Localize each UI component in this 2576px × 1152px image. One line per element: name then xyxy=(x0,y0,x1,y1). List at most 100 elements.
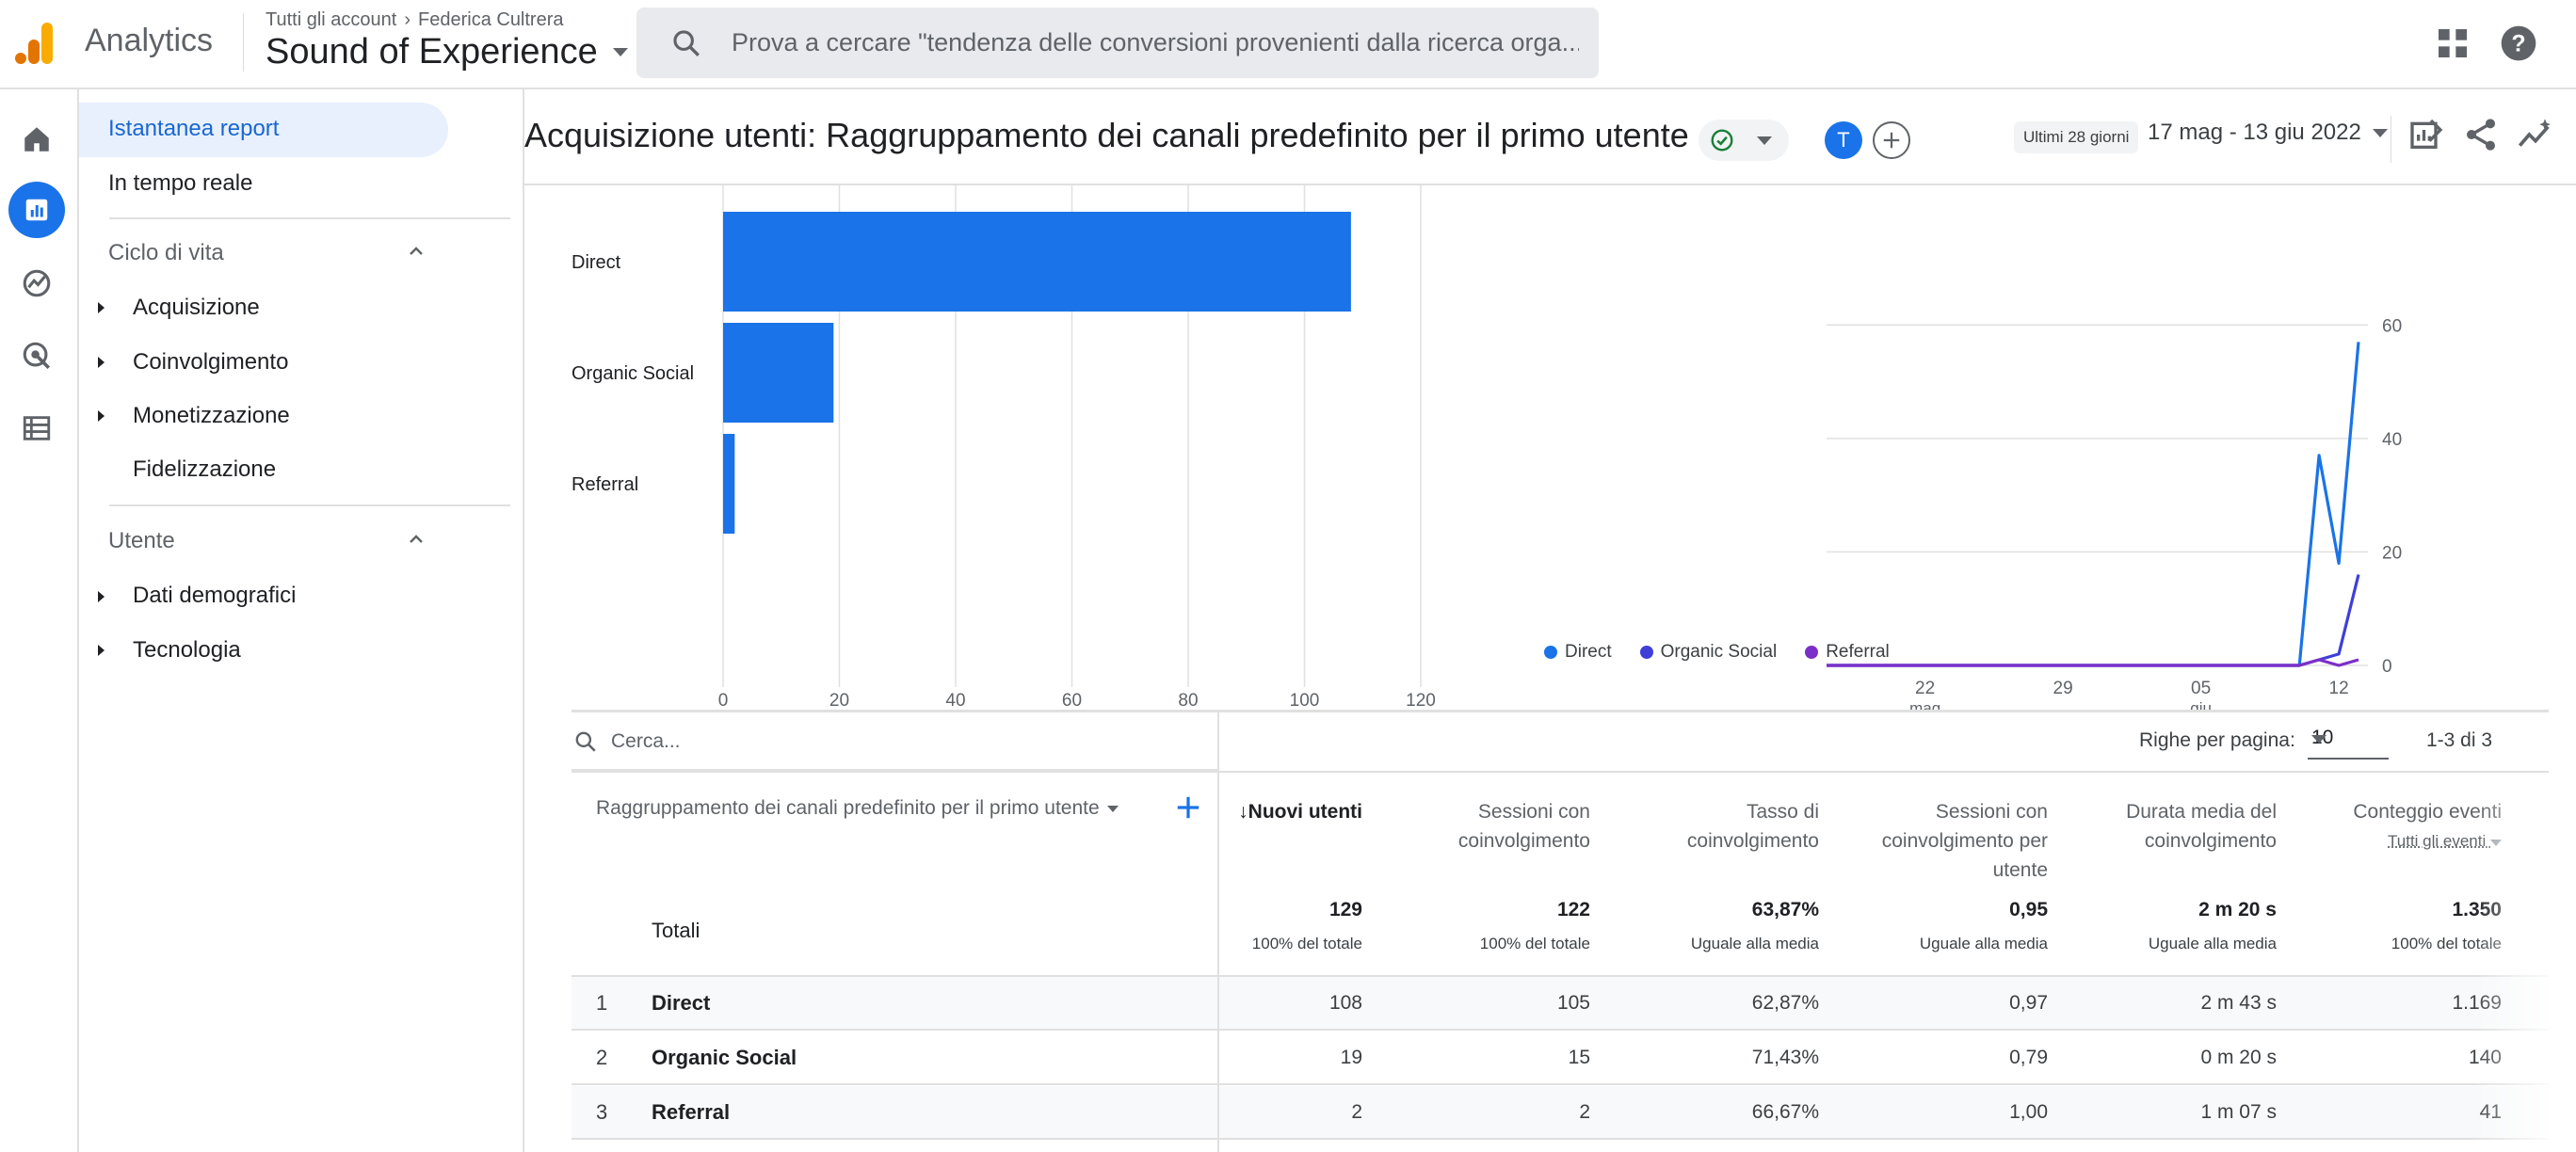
legend-item-direct[interactable]: Direct xyxy=(1544,642,1612,663)
row-cell: 2 m 43 s xyxy=(2200,992,2277,1014)
totals-value: 122 xyxy=(1556,899,1590,920)
column-header-event-count[interactable]: Conteggio eventi Tutti gli eventi xyxy=(2304,797,2502,856)
table-row[interactable]: 2 Organic Social 19 15 71,43% 0,79 0 m 20 s 140 xyxy=(572,1032,2549,1085)
expand-arrow-icon[interactable] xyxy=(98,410,105,422)
comparison-avatar[interactable]: T xyxy=(1825,121,1862,159)
reports-icon[interactable] xyxy=(8,182,65,238)
nav-item-monetization[interactable]: Monetizzazione xyxy=(133,403,290,429)
row-index: 2 xyxy=(596,1046,608,1069)
customize-report-icon[interactable] xyxy=(2407,116,2445,153)
x-tick-label: 12 xyxy=(2329,679,2349,698)
analytics-logo[interactable] xyxy=(13,21,58,66)
nav-item-engagement[interactable]: Coinvolgimento xyxy=(133,349,288,376)
row-cell: 1,00 xyxy=(2009,1101,2048,1123)
totals-value: 1.350 xyxy=(2452,899,2502,920)
help-icon[interactable]: ? xyxy=(2500,24,2537,62)
dropdown-arrow-icon xyxy=(2372,128,2388,137)
dimension-selector[interactable]: Raggruppamento dei canali predefinito pe… xyxy=(596,797,1119,820)
nav-item-acquisition[interactable]: Acquisizione xyxy=(133,295,260,321)
configure-icon[interactable] xyxy=(8,400,65,456)
nav-item-realtime[interactable]: In tempo reale xyxy=(108,170,252,197)
nav-item-snapshot[interactable]: Istantanea report xyxy=(79,103,448,157)
event-filter-label: Tutti gli eventi xyxy=(2388,832,2487,850)
property-selector[interactable]: Sound of Experience xyxy=(266,32,628,72)
nav-item-technology[interactable]: Tecnologia xyxy=(133,637,241,664)
nav-item-demographics[interactable]: Dati demografici xyxy=(133,583,296,609)
add-dimension-icon[interactable] xyxy=(1174,793,1202,822)
x-tick-label: 0 xyxy=(718,691,729,711)
expand-arrow-icon[interactable] xyxy=(98,357,105,368)
dimension-header-label: Raggruppamento dei canali predefinito pe… xyxy=(596,797,1100,819)
report-status-chip[interactable] xyxy=(1699,120,1789,161)
product-name: Analytics xyxy=(85,23,214,58)
row-cell: 0 m 20 s xyxy=(2200,1047,2277,1068)
bar xyxy=(723,212,1351,312)
dropdown-arrow-icon xyxy=(1106,805,1119,812)
top-bar: Analytics Tutti gli account › Federica C… xyxy=(0,0,2576,89)
row-cell: 15 xyxy=(1568,1047,1590,1068)
x-tick-label: 120 xyxy=(1406,691,1436,711)
totals-subtext: Uguale alla media xyxy=(1690,935,1819,952)
pagination-info: 1-3 di 3 xyxy=(2426,729,2493,751)
page-title: Acquisizione utenti: Raggruppamento dei … xyxy=(524,116,1689,154)
rows-per-page-select[interactable]: 10 xyxy=(2308,722,2389,760)
apps-grid-icon[interactable] xyxy=(2434,24,2471,62)
category-label: Referral xyxy=(572,474,638,495)
table-search-placeholder: Cerca... xyxy=(611,730,681,752)
breadcrumb[interactable]: Tutti gli account › Federica Cultrera xyxy=(266,9,564,31)
row-cell: 140 xyxy=(2468,1047,2502,1068)
dropdown-arrow-icon xyxy=(1757,136,1772,145)
add-comparison-button[interactable] xyxy=(1873,121,1910,159)
category-label: Direct xyxy=(572,252,621,273)
series-line-direct xyxy=(1827,342,2360,667)
row-cell: 105 xyxy=(1556,992,1590,1014)
expand-arrow-icon[interactable] xyxy=(98,591,105,602)
x-tick-label: 22 xyxy=(1915,679,1935,698)
y-tick-label: 0 xyxy=(2382,657,2392,677)
share-icon[interactable] xyxy=(2462,116,2500,153)
date-range-selector[interactable]: 17 mag - 13 giu 2022 xyxy=(2148,120,2388,146)
y-tick-label: 60 xyxy=(2382,316,2402,336)
date-preset-badge[interactable]: Ultimi 28 giorni xyxy=(2014,121,2139,153)
row-cell: 2 xyxy=(1579,1101,1590,1123)
table-row[interactable]: 3 Referral 2 2 66,67% 1,00 1 m 07 s 41 xyxy=(572,1086,2549,1140)
insights-icon[interactable] xyxy=(2517,116,2554,153)
legend-label: Direct xyxy=(1565,642,1612,662)
legend-label: Referral xyxy=(1826,642,1890,662)
column-header-engagement-rate[interactable]: Tasso di coinvolgimento xyxy=(1626,797,1819,856)
breadcrumb-account: Tutti gli account xyxy=(266,9,397,30)
totals-value: 2 m 20 s xyxy=(2198,899,2277,920)
legend-item-organic-social[interactable]: Organic Social xyxy=(1639,642,1778,663)
expand-arrow-icon[interactable] xyxy=(98,645,105,656)
table-row[interactable]: 1 Direct 108 105 62,87% 0,97 2 m 43 s 1.169 xyxy=(572,977,2549,1031)
legend-label: Organic Social xyxy=(1660,642,1778,662)
section-user[interactable]: Utente xyxy=(108,528,175,554)
nav-item-retention[interactable]: Fidelizzazione xyxy=(133,456,276,483)
search-input[interactable]: Prova a cercare "tendenza delle conversi… xyxy=(636,8,1599,78)
column-header-new-users[interactable]: ↓Nuovi utenti xyxy=(1231,797,1362,826)
plus-icon xyxy=(1883,132,1900,149)
search-placeholder: Prova a cercare "tendenza delle conversi… xyxy=(732,28,1579,56)
section-lifecycle[interactable]: Ciclo di vita xyxy=(108,240,224,266)
expand-arrow-icon[interactable] xyxy=(98,302,105,313)
table-search-input[interactable]: Cerca... xyxy=(572,712,1217,771)
home-icon[interactable] xyxy=(8,111,65,168)
bar xyxy=(723,434,735,534)
legend-item-referral[interactable]: Referral xyxy=(1805,642,1890,663)
event-filter-link[interactable]: Tutti gli eventi xyxy=(2304,826,2502,856)
row-cell: 0,79 xyxy=(2009,1047,2048,1068)
row-dimension-value: Referral xyxy=(652,1100,731,1124)
row-cell: 66,67% xyxy=(1751,1101,1819,1123)
row-cell: 71,43% xyxy=(1751,1047,1819,1068)
column-header-avg-engagement[interactable]: Durata media del coinvolgimento xyxy=(2078,797,2277,856)
column-header-engaged-sessions[interactable]: Sessioni con coinvolgimento xyxy=(1372,797,1590,856)
explore-icon[interactable] xyxy=(8,255,65,312)
advertising-icon[interactable] xyxy=(8,328,65,384)
bar xyxy=(723,323,834,423)
totals-subtext: 100% del totale xyxy=(1479,935,1590,952)
column-header-sessions-per-user[interactable]: Sessioni con coinvolgimento per utente xyxy=(1866,797,2048,885)
chevron-up-icon[interactable] xyxy=(405,528,427,551)
x-tick-label: 80 xyxy=(1178,691,1198,711)
chevron-up-icon[interactable] xyxy=(405,240,427,263)
totals-value: 0,95 xyxy=(2009,899,2048,920)
